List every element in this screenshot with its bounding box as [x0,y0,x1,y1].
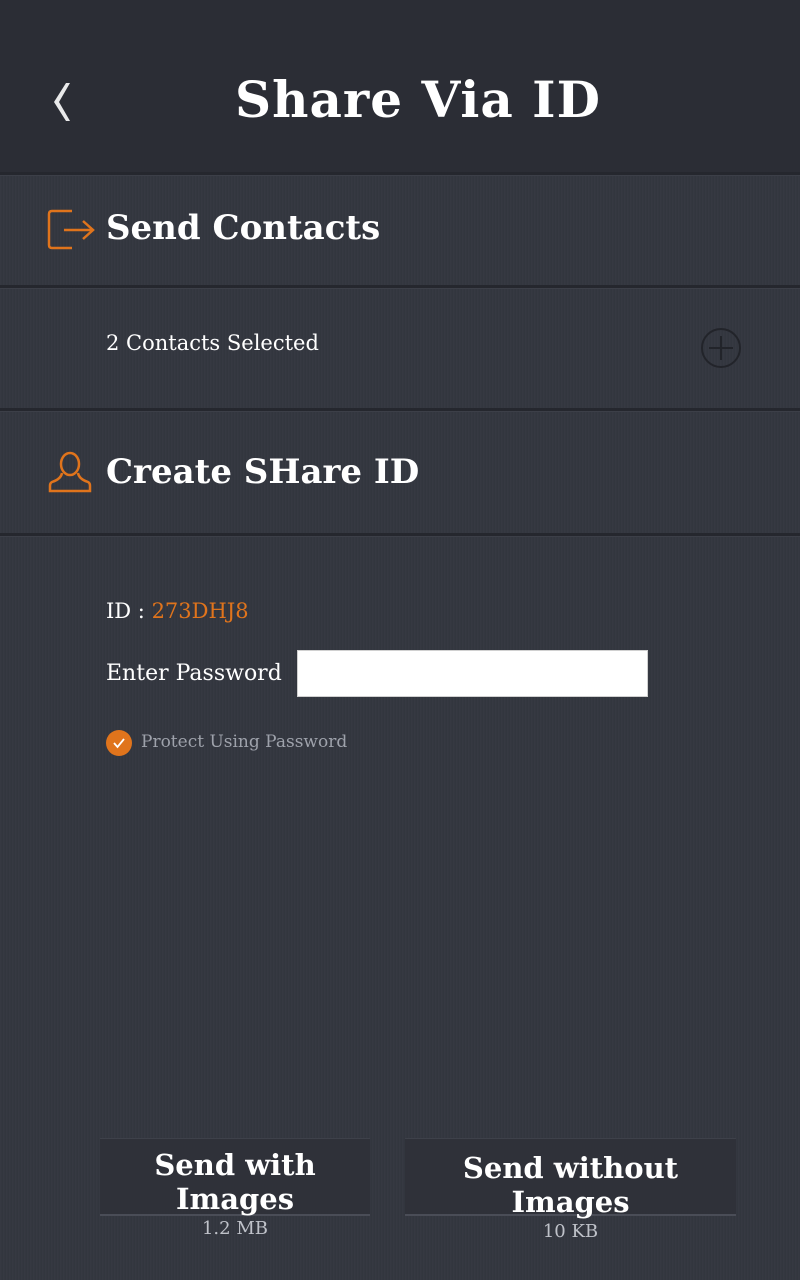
send-contacts-section: Send Contacts [0,175,800,285]
plus-circle-icon[interactable] [700,327,742,369]
send-without-images-size: 10 KB [542,1221,599,1242]
user-icon [48,451,92,493]
send-with-images-size: 1.2 MB [201,1218,268,1239]
contacts-selected-text: 2 Contacts Selected [106,331,319,355]
exit-arrow-icon [47,209,95,250]
protect-password-checkbox[interactable] [106,730,132,756]
divider [0,533,800,537]
send-with-images-button[interactable]: Send with Images 1.2 MB [100,1138,370,1239]
password-input[interactable] [297,650,648,697]
send-with-images-label: Send with Images [154,1148,316,1216]
send-without-images-button[interactable]: Send without Images 10 KB [405,1138,736,1242]
password-label: Enter Password [106,661,282,686]
share-id-row: ID : 273DHJ8 [106,599,249,623]
share-id-prefix: ID : [106,599,152,623]
create-share-id-section: Create SHare ID [0,411,800,533]
page-title: Share Via ID [235,70,601,129]
protect-password-label: Protect Using Password [141,732,348,752]
header-bar: Share Via ID [0,0,800,172]
share-id-value: 273DHJ8 [151,599,249,623]
send-contacts-label: Send Contacts [106,208,381,248]
send-without-images-label: Send without Images [462,1151,679,1219]
checkmark-icon [113,738,125,749]
create-share-id-label: Create SHare ID [106,452,420,492]
divider [0,285,800,289]
